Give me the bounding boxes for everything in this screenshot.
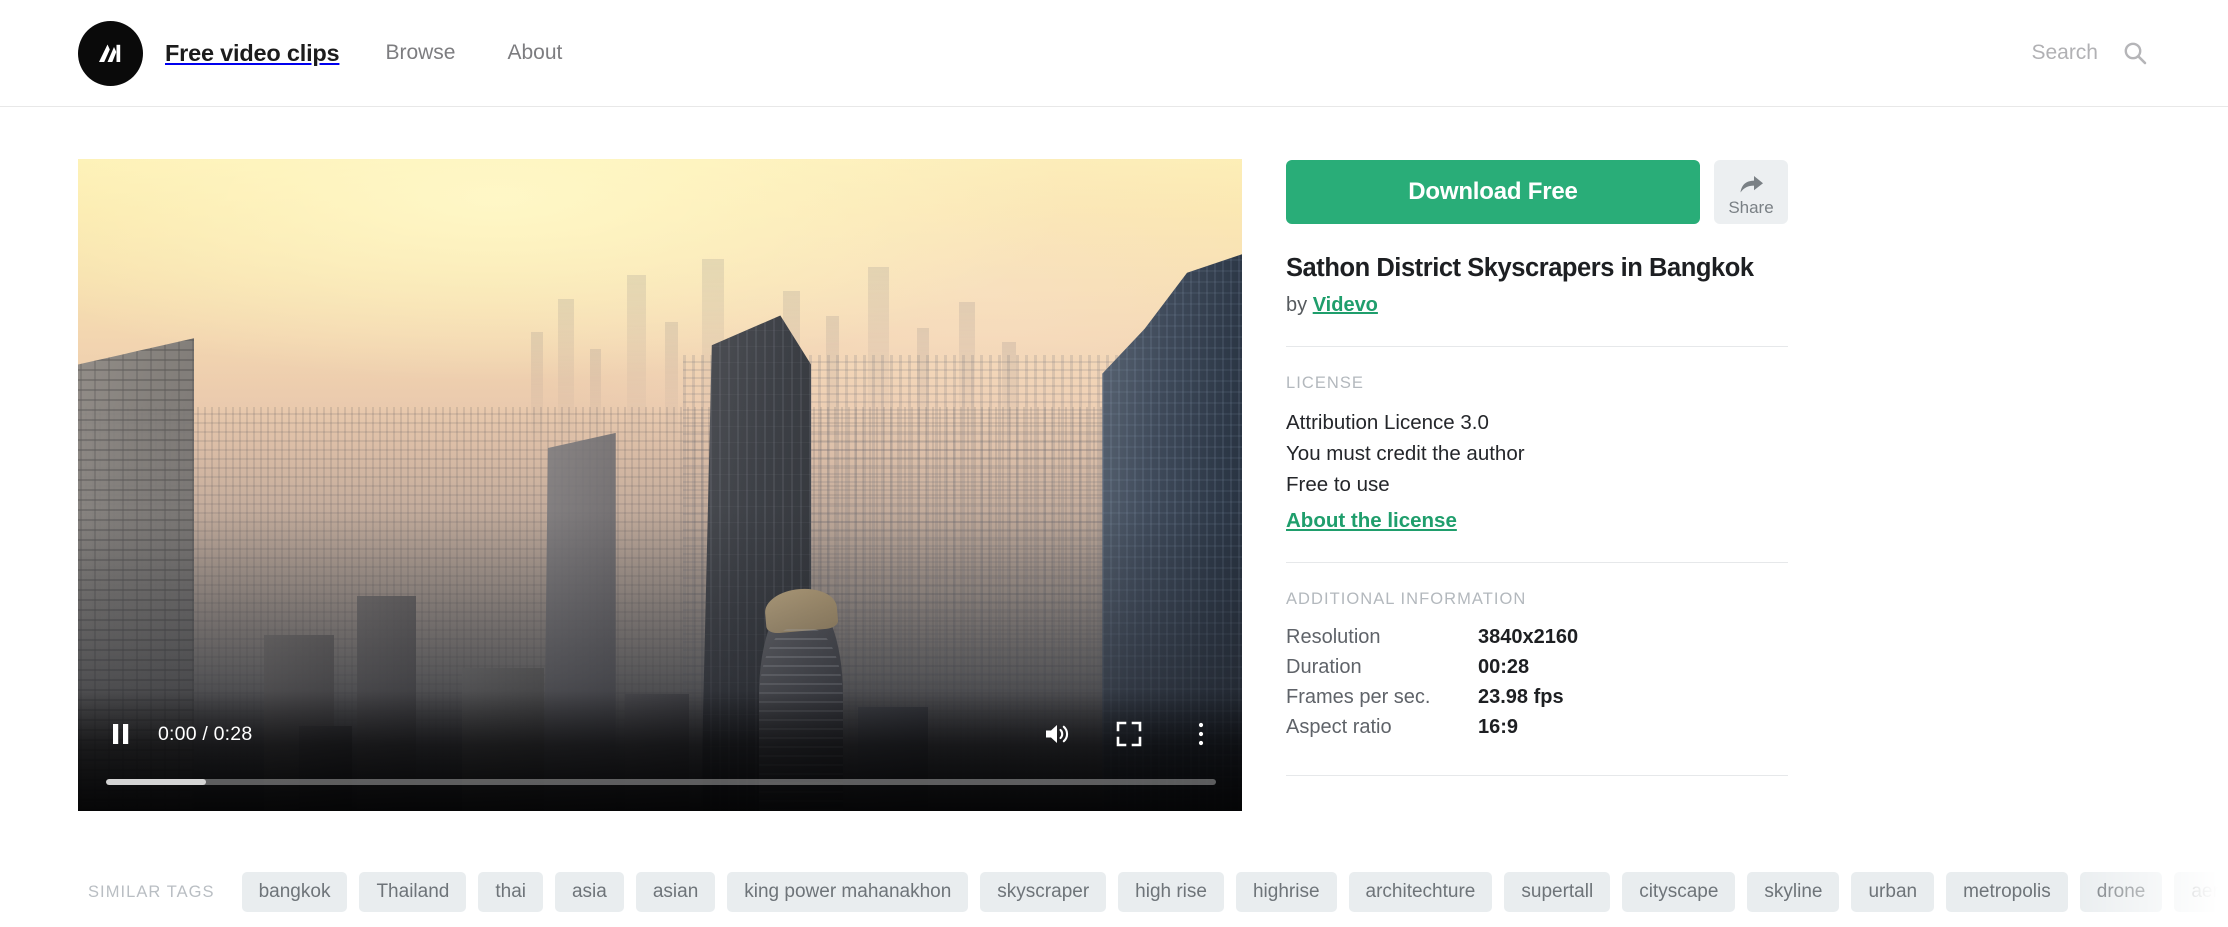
spec-value: 00:28 xyxy=(1478,655,1530,678)
mountain-m-logo-icon xyxy=(78,20,143,86)
table-row: Frames per sec. 23.98 fps xyxy=(1286,686,1788,716)
license-section-label: LICENSE xyxy=(1286,373,1364,392)
action-row: Download Free Share xyxy=(1286,160,1788,224)
tag-chip[interactable]: highrise xyxy=(1235,872,1337,912)
share-arrow-icon xyxy=(1738,173,1765,198)
share-button-label: Share xyxy=(1728,197,1774,217)
tag-chip[interactable]: cityscape xyxy=(1622,872,1736,912)
video-player[interactable]: 0:00 / 0:28 xyxy=(78,159,1242,811)
tag-chip[interactable]: king power mahanakhon xyxy=(727,872,969,912)
similar-tags-label: SIMILAR TAGS xyxy=(88,882,215,901)
tag-chip[interactable]: metropolis xyxy=(1946,872,2068,912)
tag-chip[interactable]: supertall xyxy=(1504,872,1611,912)
table-row: Resolution 3840x2160 xyxy=(1286,626,1788,656)
table-row: Duration 00:28 xyxy=(1286,656,1788,686)
download-free-button[interactable]: Download Free xyxy=(1286,160,1700,224)
site-header: Free video clips Browse About Search xyxy=(0,0,2228,107)
brand-home-link[interactable]: Free video clips xyxy=(78,20,340,86)
tag-chip[interactable]: asian xyxy=(635,872,716,912)
author-byline: by Videvo xyxy=(1286,294,1788,317)
spec-key: Resolution xyxy=(1286,625,1381,648)
spec-value: 3840x2160 xyxy=(1478,625,1579,648)
search-input-label[interactable]: Search xyxy=(2031,41,2098,65)
divider-below-additional-info xyxy=(1286,774,1788,776)
fullscreen-icon[interactable] xyxy=(1114,719,1144,749)
pause-icon[interactable] xyxy=(106,719,136,749)
page-title: Sathon District Skyscrapers in Bangkok xyxy=(1286,254,1754,282)
license-line: Attribution Licence 3.0 xyxy=(1286,410,1489,434)
author-link[interactable]: Videvo xyxy=(1313,294,1378,316)
tag-chip[interactable]: Thailand xyxy=(359,872,467,912)
player-progress-bar[interactable] xyxy=(106,779,1216,785)
main-content: 0:00 / 0:28 Download Free Share Sathon D… xyxy=(0,107,2228,811)
tag-chip[interactable]: high rise xyxy=(1118,872,1224,912)
volume-on-icon[interactable] xyxy=(1042,719,1072,749)
kebab-menu-icon[interactable] xyxy=(1186,719,1216,749)
byline-prefix: by xyxy=(1286,293,1313,316)
nav-item-browse[interactable]: Browse xyxy=(385,41,455,65)
divider-above-license xyxy=(1286,345,1788,347)
share-button[interactable]: Share xyxy=(1714,160,1788,224)
table-row: Aspect ratio 16:9 xyxy=(1286,716,1788,746)
tag-chip[interactable]: skyscraper xyxy=(980,872,1107,912)
spec-key: Duration xyxy=(1286,655,1362,678)
tag-chip[interactable]: urban xyxy=(1851,872,1935,912)
tag-chip[interactable]: asia xyxy=(554,872,624,912)
spec-value: 23.98 fps xyxy=(1478,685,1564,708)
player-time-display: 0:00 / 0:28 xyxy=(158,722,253,745)
about-the-license-link[interactable]: About the license xyxy=(1286,509,1457,533)
license-line: You must credit the author xyxy=(1286,441,1525,465)
spec-key: Aspect ratio xyxy=(1286,715,1392,738)
license-lines: Attribution Licence 3.0 You must credit … xyxy=(1286,410,1788,533)
similar-tags-bar: SIMILAR TAGS bangkok Thailand thai asia asia… xyxy=(0,857,2228,927)
tag-chip[interactable]: drone xyxy=(2079,872,2163,912)
header-search[interactable]: Search xyxy=(2031,38,2150,68)
spec-value: 16:9 xyxy=(1478,715,1519,738)
divider-above-additional-info xyxy=(1286,561,1788,563)
brand-name: Free video clips xyxy=(165,39,340,66)
tag-chip[interactable]: architechture xyxy=(1348,872,1493,912)
tag-chip[interactable]: skyline xyxy=(1747,872,1840,912)
tag-chip[interactable]: thai xyxy=(478,872,543,912)
player-progress-fill xyxy=(106,779,206,785)
spec-key: Frames per sec. xyxy=(1286,685,1431,708)
license-line: Free to use xyxy=(1286,472,1390,496)
additional-information-section-label: ADDITIONAL INFORMATION xyxy=(1286,589,1527,608)
tag-chip[interactable]: aerial xyxy=(2174,872,2228,912)
similar-tags-list[interactable]: bangkok Thailand thai asia asian king power m… xyxy=(241,872,2228,912)
search-icon[interactable] xyxy=(2120,38,2150,68)
nav-item-about[interactable]: About xyxy=(507,41,562,65)
main-nav: Browse About xyxy=(385,41,562,65)
additional-information-table: Resolution 3840x2160 Duration 00:28 Fram… xyxy=(1286,626,1788,746)
tag-chip[interactable]: bangkok xyxy=(241,872,348,912)
asset-info-panel: Download Free Share Sathon District Skys… xyxy=(1286,159,1788,811)
player-controls: 0:00 / 0:28 xyxy=(78,691,1242,811)
